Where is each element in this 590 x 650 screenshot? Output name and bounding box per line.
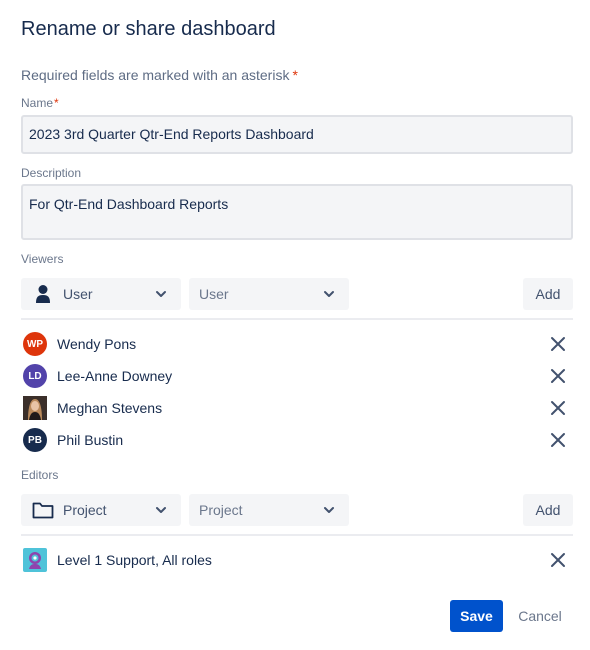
required-asterisk: * xyxy=(292,67,298,83)
name-label: Name* xyxy=(21,96,59,110)
description-textarea[interactable]: For Qtr-End Dashboard Reports xyxy=(21,184,573,240)
project-avatar-icon xyxy=(23,548,47,572)
name-input[interactable]: 2023 3rd Quarter Qtr-End Reports Dashboa… xyxy=(21,115,573,154)
required-fields-note: Required fields are marked with an aster… xyxy=(21,67,298,83)
folder-icon xyxy=(32,502,54,519)
avatar: WP xyxy=(23,332,47,356)
editors-add-button[interactable]: Add xyxy=(523,494,573,526)
remove-icon[interactable] xyxy=(550,552,566,568)
remove-icon[interactable] xyxy=(550,336,566,352)
required-note-text: Required fields are marked with an aster… xyxy=(21,67,290,83)
name-required-asterisk: * xyxy=(54,96,59,110)
chevron-down-icon xyxy=(156,507,166,513)
avatar: LD xyxy=(23,364,47,388)
viewers-divider xyxy=(21,318,573,320)
viewers-target-select[interactable]: User xyxy=(189,278,349,310)
viewer-row: LD Lee-Anne Downey xyxy=(21,362,573,390)
viewers-add-button[interactable]: Add xyxy=(523,278,573,310)
viewer-name: Meghan Stevens xyxy=(57,400,163,416)
chevron-down-icon xyxy=(324,507,334,513)
cancel-button[interactable]: Cancel xyxy=(514,600,566,632)
viewer-name: Lee-Anne Downey xyxy=(57,368,173,384)
viewer-name: Wendy Pons xyxy=(57,336,137,352)
viewer-row: Meghan Stevens xyxy=(21,394,573,422)
editors-divider xyxy=(21,534,573,536)
viewers-type-select[interactable]: User xyxy=(21,278,181,310)
remove-icon[interactable] xyxy=(550,400,566,416)
editors-target-select[interactable]: Project xyxy=(189,494,349,526)
viewers-label: Viewers xyxy=(21,252,64,266)
user-icon xyxy=(36,285,50,303)
viewers-target-placeholder: User xyxy=(199,286,229,302)
description-label: Description xyxy=(21,166,82,180)
viewers-type-value: User xyxy=(63,286,93,302)
remove-icon[interactable] xyxy=(550,368,566,384)
viewer-row: PB Phil Bustin xyxy=(21,426,573,454)
avatar: PB xyxy=(23,428,47,452)
photo-avatar xyxy=(23,396,47,420)
name-label-text: Name xyxy=(21,96,54,110)
viewer-name: Phil Bustin xyxy=(57,432,124,448)
save-button[interactable]: Save xyxy=(450,600,503,632)
editor-name: Level 1 Support, All roles xyxy=(57,552,212,568)
chevron-down-icon xyxy=(156,291,166,297)
viewer-row: WP Wendy Pons xyxy=(21,330,573,358)
editors-type-value: Project xyxy=(63,502,107,518)
editor-row: Level 1 Support, All roles xyxy=(21,546,573,574)
chevron-down-icon xyxy=(324,291,334,297)
editors-label: Editors xyxy=(21,468,59,482)
remove-icon[interactable] xyxy=(550,432,566,448)
dialog-title: Rename or share dashboard xyxy=(21,18,276,40)
editors-target-placeholder: Project xyxy=(199,502,243,518)
editors-type-select[interactable]: Project xyxy=(21,494,181,526)
